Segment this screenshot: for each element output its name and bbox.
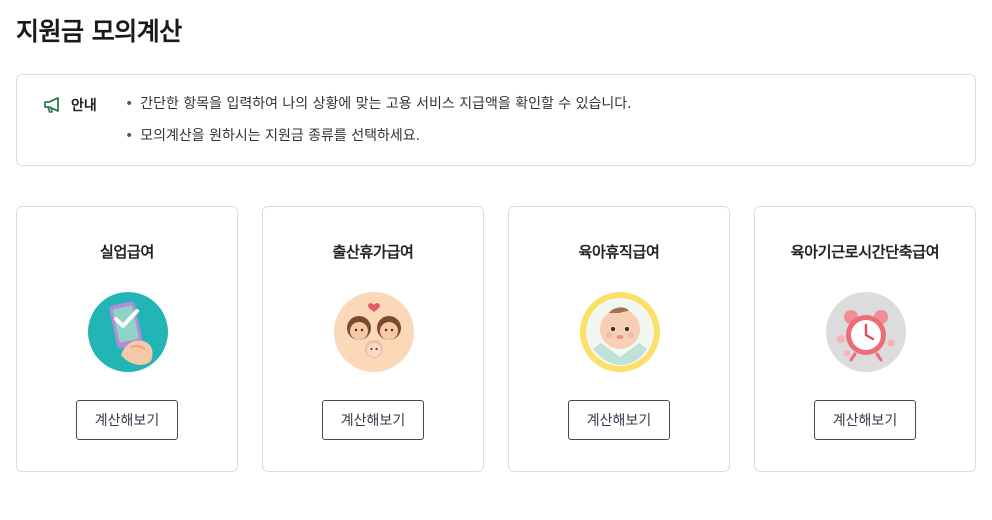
alarm-clock-icon [825, 291, 907, 373]
notice-item-text: 모의계산을 원하시는 지원금 종류를 선택하세요. [140, 128, 421, 144]
notice-list: • 간단한 항목을 입력하여 나의 상황에 맞는 고용 서비스 지급액을 확인할 … [125, 95, 632, 159]
notice-box: 안내 • 간단한 항목을 입력하여 나의 상황에 맞는 고용 서비스 지급액을 확… [16, 74, 976, 166]
notice-item: • 간단한 항목을 입력하여 나의 상황에 맞는 고용 서비스 지급액을 확인할 … [125, 95, 632, 127]
phone-checkmark-icon [87, 291, 169, 373]
calculate-button[interactable]: 계산해보기 [76, 400, 178, 440]
card-parental-leave-benefit: 육아휴직급여 계산해보기 [508, 206, 730, 472]
notice-item-text: 간단한 항목을 입력하여 나의 상황에 맞는 고용 서비스 지급액을 확인할 수… [140, 96, 632, 112]
calculate-button[interactable]: 계산해보기 [568, 400, 670, 440]
card-reduced-working-hours-benefit: 육아기근로시간단축급여 계산해보기 [754, 206, 976, 472]
card-title: 실업급여 [99, 243, 154, 261]
family-baby-icon [333, 291, 415, 373]
card-maternity-leave-benefit: 출산휴가급여 계산해보기 [262, 206, 484, 472]
card-title: 육아휴직급여 [578, 243, 660, 261]
calculate-button[interactable]: 계산해보기 [814, 400, 916, 440]
megaphone-icon [43, 96, 63, 114]
baby-face-icon [579, 291, 661, 373]
notice-header: 안내 [43, 95, 97, 115]
card-unemployment-benefit: 실업급여 계산해보기 [16, 206, 238, 472]
notice-label: 안내 [71, 98, 97, 114]
calculate-button[interactable]: 계산해보기 [322, 400, 424, 440]
card-title: 육아기근로시간단축급여 [790, 243, 940, 261]
card-title: 출산휴가급여 [332, 243, 414, 261]
page-title: 지원금 모의계산 [16, 17, 182, 46]
notice-item: • 모의계산을 원하시는 지원금 종류를 선택하세요. [125, 127, 632, 159]
